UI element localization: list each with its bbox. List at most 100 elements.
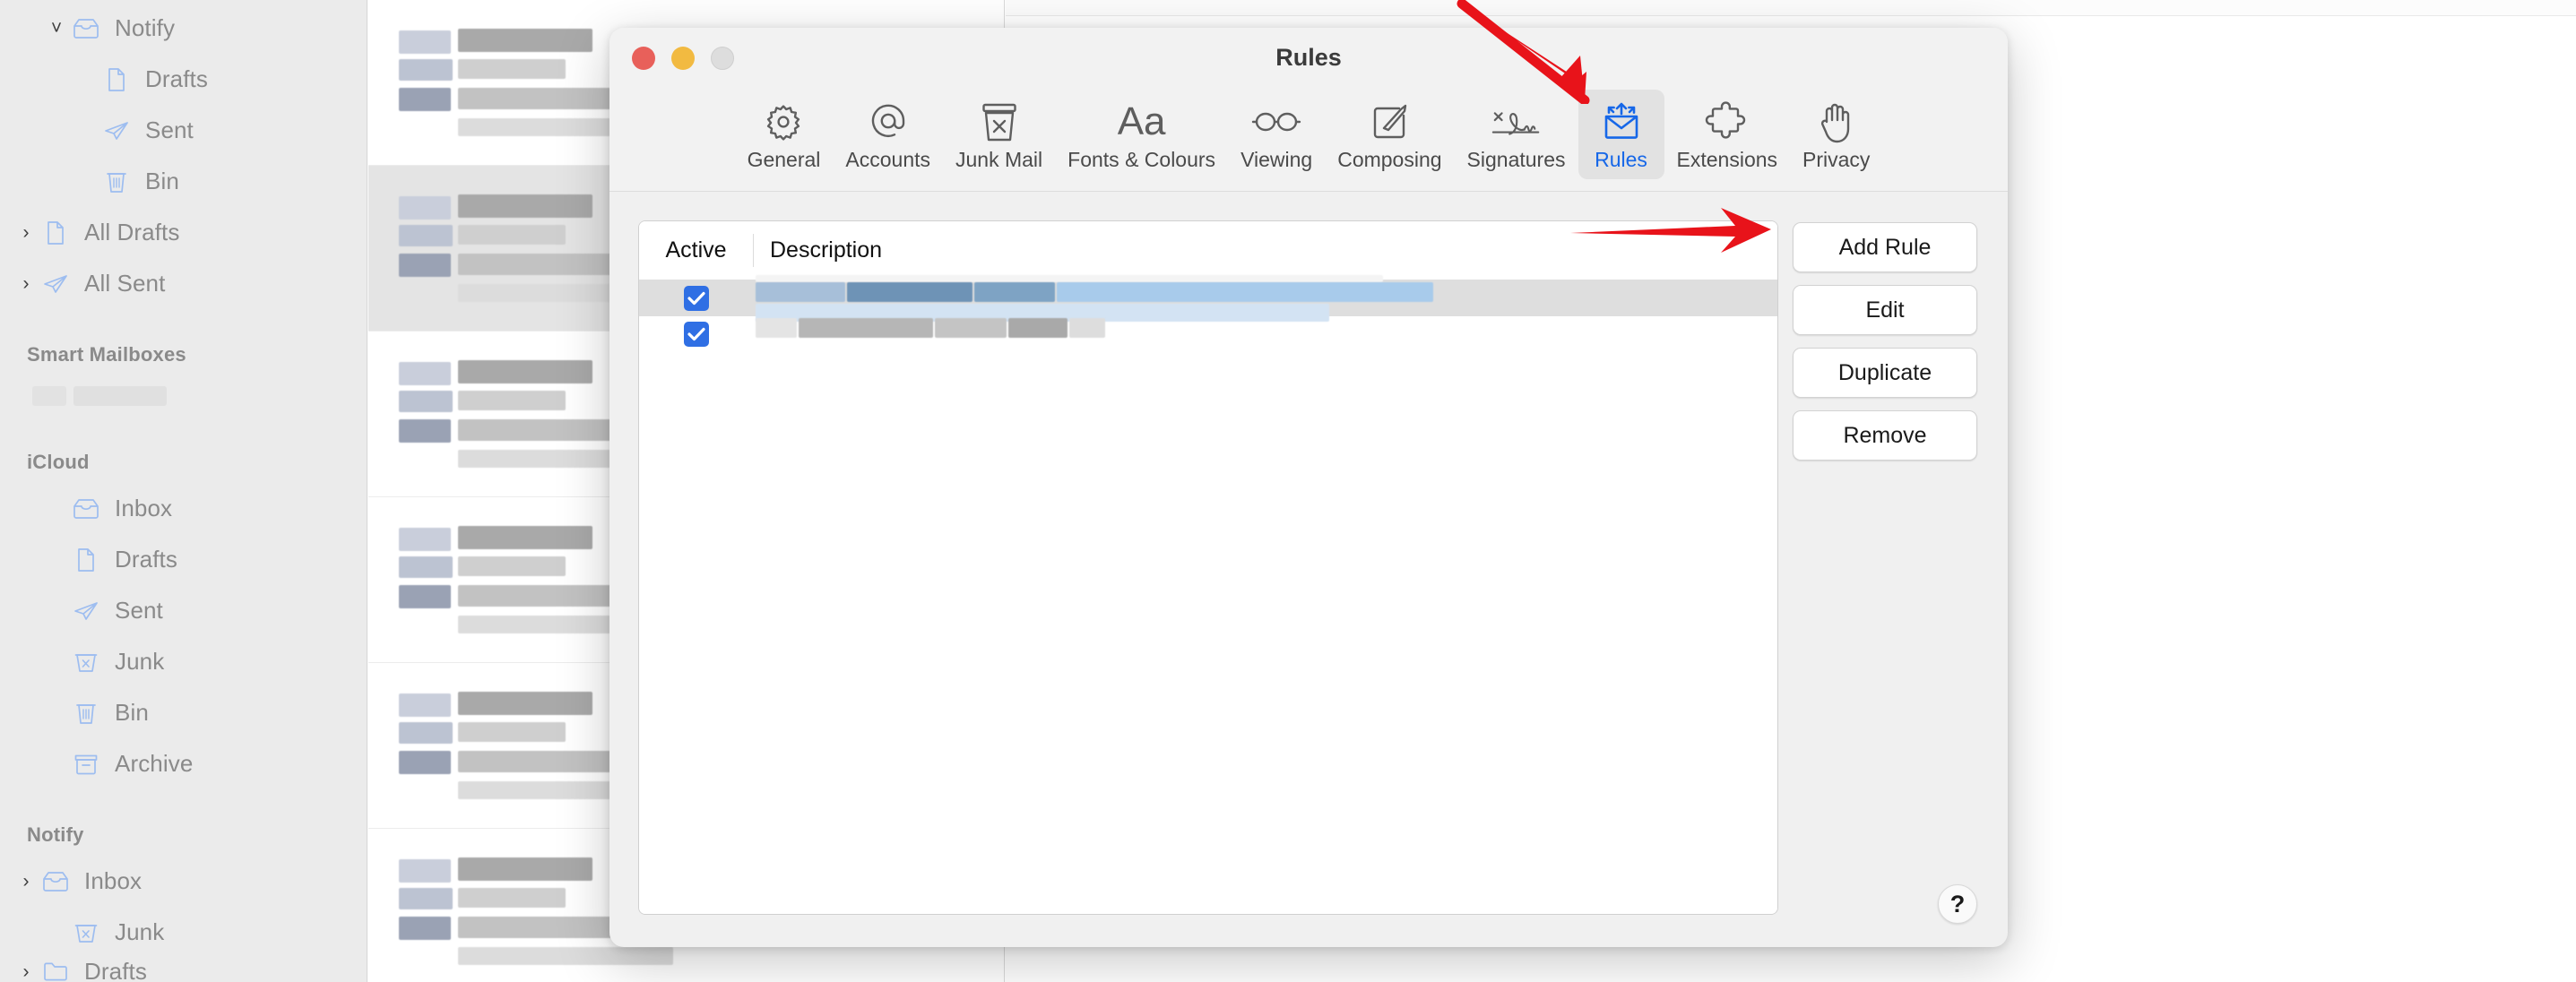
- chevron-right-icon[interactable]: ›: [13, 274, 39, 293]
- tab-label: Extensions: [1676, 148, 1778, 171]
- document-icon: [39, 220, 72, 246]
- hand-icon: [1810, 99, 1863, 145]
- document-icon: [100, 66, 133, 93]
- rule-active-checkbox[interactable]: [684, 322, 709, 347]
- sidebar-item-icloud-0-0[interactable]: iCloud: [0, 0, 367, 3]
- junk-icon: [70, 919, 102, 946]
- rule-active-checkbox[interactable]: [684, 286, 709, 311]
- sidebar-group-header: Notify: [27, 823, 84, 846]
- rules-action-buttons[interactable]: Add Rule Edit Duplicate Remove: [1793, 220, 1977, 915]
- archive-icon: [70, 751, 102, 778]
- chevron-down-icon[interactable]: ˅: [43, 19, 70, 38]
- remove-button[interactable]: Remove: [1793, 410, 1977, 461]
- sidebar-item-junk-3-1[interactable]: Junk: [0, 907, 367, 958]
- sidebar-item-all sent-0-6[interactable]: › All Sent: [0, 258, 367, 309]
- junk-icon: [70, 649, 102, 676]
- tab-privacy[interactable]: Privacy: [1790, 90, 1882, 179]
- sidebar-item-redacted[interactable]: [0, 375, 367, 417]
- tab-general[interactable]: General: [735, 90, 834, 179]
- sidebar-item-label: Archive: [115, 750, 194, 777]
- glasses-icon: [1249, 99, 1303, 145]
- minimise-button[interactable]: [671, 46, 695, 70]
- tab-fonts-colours[interactable]: Aa Fonts & Colours: [1055, 90, 1228, 179]
- sidebar-item-label: Sent: [145, 116, 194, 143]
- inbox-icon: [70, 15, 102, 42]
- tab-label: Rules: [1595, 148, 1647, 171]
- rules-table-body[interactable]: [639, 275, 1777, 914]
- duplicate-button[interactable]: Duplicate: [1793, 348, 1977, 398]
- aa-glyph-icon: Aa: [1117, 99, 1166, 143]
- inbox-icon: [39, 868, 72, 895]
- paperplane-icon: [39, 271, 72, 297]
- paperplane-icon: [100, 117, 133, 144]
- sidebar-item-inbox-2-0[interactable]: Inbox: [0, 483, 367, 534]
- rule-description-cell: [754, 275, 1777, 322]
- sidebar-group-header: iCloud: [27, 451, 90, 473]
- sidebar-item-label: Drafts: [115, 546, 177, 573]
- tab-composing[interactable]: Composing: [1325, 90, 1454, 179]
- rule-active-cell[interactable]: [639, 286, 754, 311]
- dialog-titlebar[interactable]: Rules: [609, 28, 2008, 88]
- sidebar-item-drafts-2-1[interactable]: Drafts: [0, 534, 367, 585]
- sidebar-item-junk-2-3[interactable]: Junk: [0, 636, 367, 687]
- mailbox-sidebar[interactable]: iCloud ˅ Notify Drafts Sent Bin: [0, 0, 367, 982]
- tab-label: Signatures: [1466, 148, 1566, 171]
- tab-extensions[interactable]: Extensions: [1664, 90, 1791, 179]
- tab-label: Privacy: [1802, 148, 1871, 171]
- sidebar-item-label: Inbox: [115, 495, 173, 521]
- sidebar-item-label: iCloud: [115, 0, 181, 4]
- rules-preferences-dialog[interactable]: Rules General Accounts Junk Mail Aa Font…: [609, 28, 2008, 947]
- puzzle-icon: [1700, 99, 1754, 145]
- tab-label: General: [747, 148, 821, 171]
- document-icon: [70, 547, 102, 573]
- sidebar-item-label: Drafts: [145, 65, 208, 92]
- sidebar-item-drafts-3-2[interactable]: › Drafts: [0, 958, 367, 982]
- tab-rules[interactable]: Rules: [1578, 90, 1664, 179]
- add-rule-button[interactable]: Add Rule: [1793, 222, 1977, 272]
- zoom-button[interactable]: [711, 46, 734, 70]
- rules-mail-icon: [1595, 99, 1648, 145]
- tab-junk-mail[interactable]: Junk Mail: [943, 90, 1055, 179]
- sidebar-item-all drafts-0-5[interactable]: › All Drafts: [0, 207, 367, 258]
- signature-icon: [1490, 99, 1543, 145]
- sidebar-item-sent-2-2[interactable]: Sent: [0, 585, 367, 636]
- chevron-right-icon[interactable]: ›: [13, 962, 39, 981]
- chevron-right-icon[interactable]: ›: [13, 872, 39, 891]
- preferences-toolbar[interactable]: General Accounts Junk Mail Aa Fonts & Co…: [609, 88, 2008, 192]
- trash-icon: [100, 168, 133, 195]
- edit-button[interactable]: Edit: [1793, 285, 1977, 335]
- sidebar-item-bin-2-4[interactable]: Bin: [0, 687, 367, 738]
- sidebar-item-notify-0-1[interactable]: ˅ Notify: [0, 3, 367, 54]
- dialog-body: Active Description Add Rule Edit Duplica…: [609, 192, 2008, 947]
- compose-icon: [1362, 99, 1416, 145]
- trash-icon: [70, 700, 102, 727]
- gear-icon: [756, 99, 810, 145]
- sidebar-item-inbox-3-0[interactable]: › Inbox: [0, 856, 367, 907]
- sidebar-group-header: Smart Mailboxes: [27, 343, 186, 366]
- sidebar-item-label: Sent: [115, 597, 163, 624]
- sidebar-item-bin-0-4[interactable]: Bin: [0, 156, 367, 207]
- rules-table-header: Active Description: [639, 221, 1777, 280]
- sidebar-item-label: Drafts: [84, 958, 147, 982]
- rules-list-panel[interactable]: Active Description: [638, 220, 1778, 915]
- chevron-right-icon[interactable]: ›: [13, 223, 39, 242]
- tab-viewing[interactable]: Viewing: [1228, 90, 1325, 179]
- aa-glyph-icon: Aa: [1115, 99, 1169, 145]
- rules-table-row[interactable]: [639, 316, 1777, 352]
- tab-accounts[interactable]: Accounts: [833, 90, 943, 179]
- column-header-description: Description: [770, 237, 883, 263]
- help-button[interactable]: ?: [1938, 884, 1977, 924]
- sidebar-item-sent-0-3[interactable]: Sent: [0, 105, 367, 156]
- sidebar-item-drafts-0-2[interactable]: Drafts: [0, 54, 367, 105]
- rules-table-row[interactable]: [639, 275, 1777, 322]
- close-button[interactable]: [632, 46, 655, 70]
- sidebar-item-archive-2-5[interactable]: Archive: [0, 738, 367, 789]
- traffic-lights[interactable]: [632, 46, 734, 70]
- rule-active-cell[interactable]: [639, 322, 754, 347]
- tab-signatures[interactable]: Signatures: [1455, 90, 1578, 179]
- dialog-title: Rules: [1275, 44, 1342, 71]
- folder-icon: [39, 958, 72, 982]
